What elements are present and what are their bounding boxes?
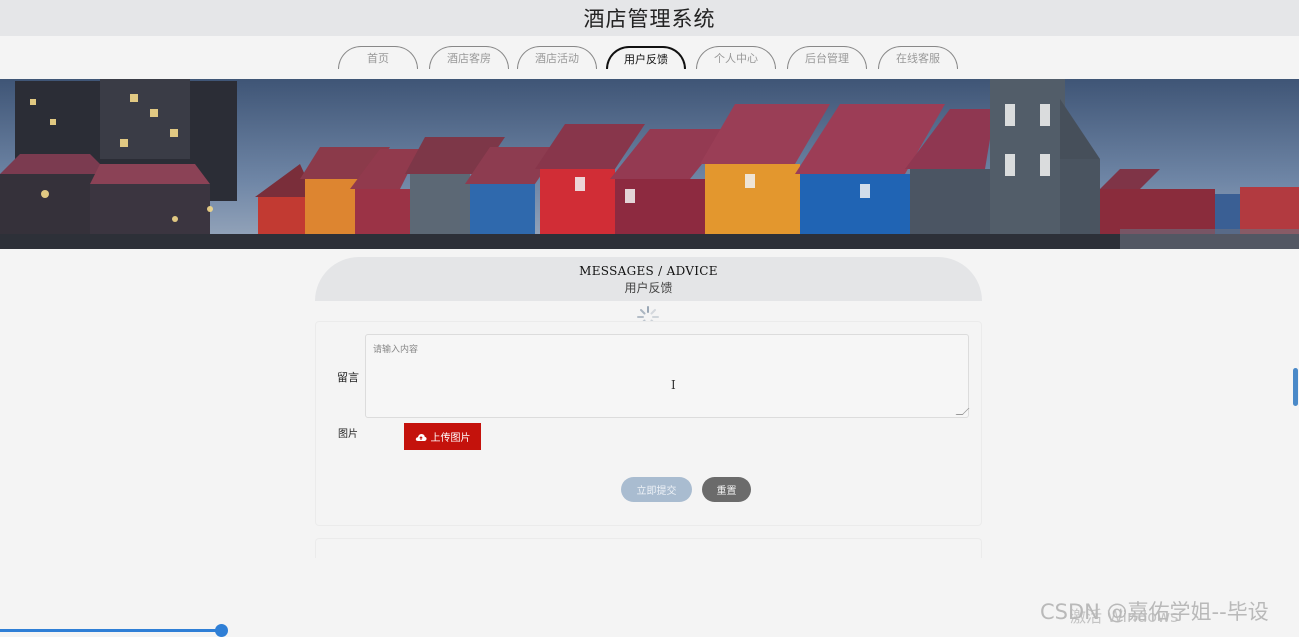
cloud-upload-icon	[415, 433, 427, 441]
scrollbar-thumb[interactable]	[1293, 368, 1298, 406]
progress-knob[interactable]	[215, 624, 228, 637]
feedback-list	[315, 538, 982, 558]
message-placeholder: 请输入内容	[373, 345, 419, 355]
section-title-cn: 用户反馈	[624, 281, 673, 295]
reset-button[interactable]: 重置	[702, 477, 751, 502]
message-label: 留言	[337, 371, 359, 384]
tab-feedback[interactable]: 用户反馈	[606, 46, 686, 69]
banner-image	[0, 79, 1299, 249]
site-title: 酒店管理系统	[583, 7, 716, 31]
section-header: MESSAGES / ADVICE 用户反馈	[315, 257, 982, 301]
resize-grip-icon[interactable]	[955, 408, 970, 415]
top-header: 酒店管理系统	[0, 0, 1299, 36]
main-nav: 首页 酒店客房 酒店活动 用户反馈 个人中心 后台管理 在线客服	[0, 36, 1299, 79]
tab-activities[interactable]: 酒店活动	[517, 46, 597, 69]
progress-bar	[0, 629, 222, 632]
tab-profile[interactable]: 个人中心	[696, 46, 776, 69]
banner-houses-illustration	[0, 79, 1299, 249]
upload-button-label: 上传图片	[430, 433, 471, 444]
message-textarea[interactable]: 请输入内容	[365, 334, 970, 418]
section-title-en: MESSAGES / ADVICE	[579, 264, 718, 278]
image-label: 图片	[338, 429, 358, 440]
tab-rooms[interactable]: 酒店客房	[429, 46, 509, 69]
tab-home[interactable]: 首页	[338, 46, 418, 69]
tab-service[interactable]: 在线客服	[878, 46, 958, 69]
text-cursor-icon: I	[671, 378, 676, 392]
tab-admin[interactable]: 后台管理	[787, 46, 867, 69]
upload-image-button[interactable]: 上传图片	[404, 423, 481, 450]
submit-button[interactable]: 立即提交	[621, 477, 692, 502]
csdn-watermark: CSDN @嘉佑学姐--毕设	[1040, 600, 1269, 624]
